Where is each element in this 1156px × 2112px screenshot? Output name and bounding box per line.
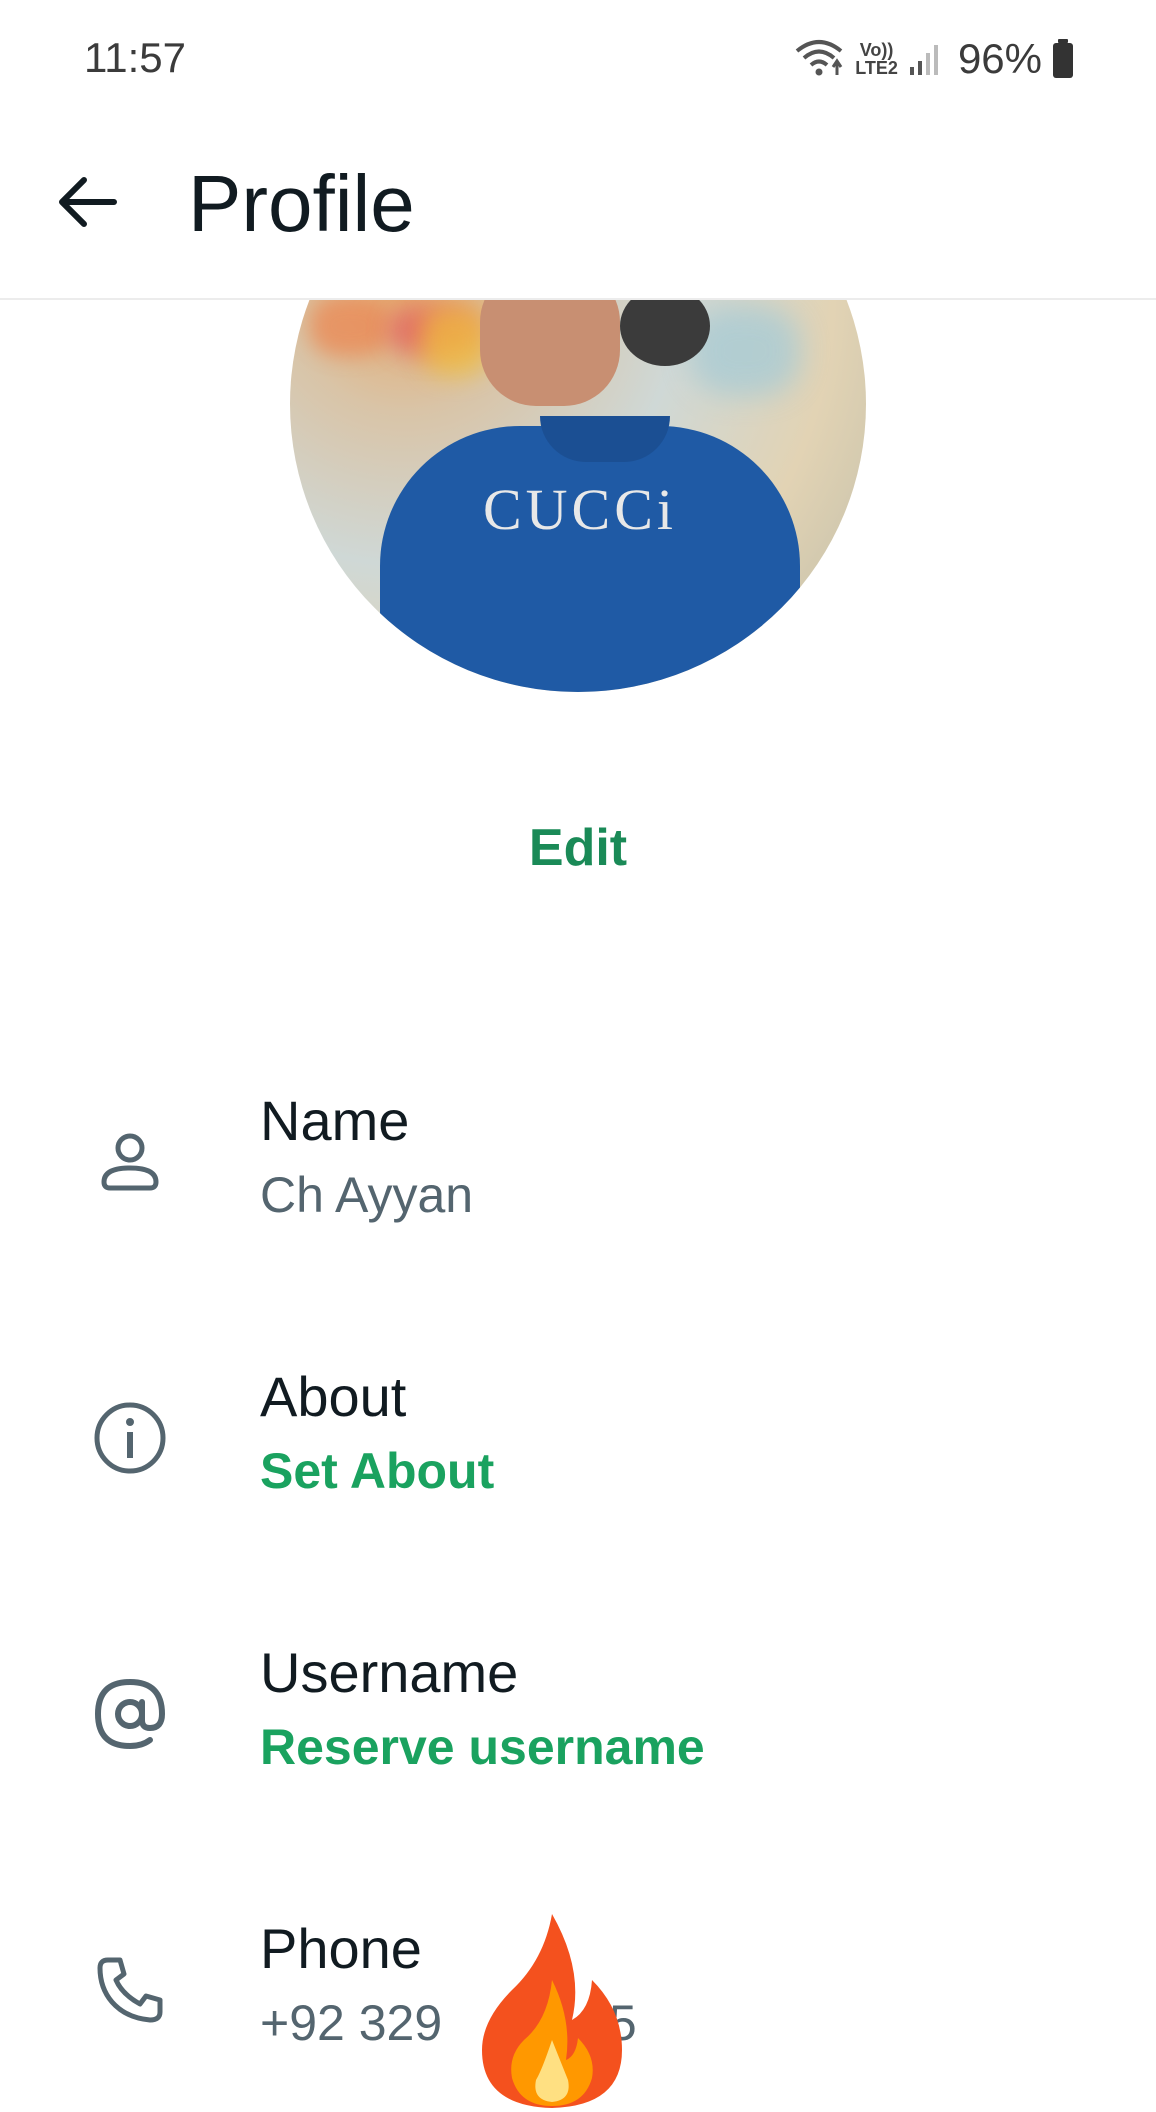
shirt-logo-text: CUCCi	[482, 477, 678, 542]
battery-icon	[1052, 39, 1074, 79]
arrow-back-icon	[54, 170, 118, 239]
page-title: Profile	[188, 159, 415, 248]
about-row[interactable]: About Set About	[0, 1364, 1156, 1524]
person-icon	[90, 1122, 170, 1202]
info-icon	[90, 1398, 170, 1478]
back-button[interactable]	[50, 168, 122, 240]
status-icons: Vo)) LTE2 96%	[793, 34, 1074, 84]
photo-face	[480, 300, 620, 406]
at-icon	[90, 1674, 170, 1754]
status-time: 11:57	[84, 34, 186, 81]
name-label: Name	[260, 1089, 410, 1152]
profile-photo[interactable]: CUCCi	[290, 300, 866, 692]
fire-emoji-icon	[472, 1910, 632, 2110]
set-about-link[interactable]: Set About	[260, 1442, 494, 1500]
avatar-section: CUCCi	[0, 300, 1156, 696]
name-value: Ch Ayyan	[260, 1167, 474, 1223]
signal-icon	[908, 41, 942, 77]
battery-percent: 96%	[957, 35, 1042, 82]
photo-shirt	[380, 426, 800, 692]
reserve-username-link[interactable]: Reserve username	[260, 1718, 705, 1776]
about-label: About	[260, 1365, 407, 1428]
phone-icon	[90, 1950, 170, 2030]
status-bar: 11:57 Vo)) LTE2 96%	[0, 0, 1156, 118]
edit-photo-button[interactable]: Edit	[0, 818, 1156, 878]
photo-background	[310, 300, 390, 356]
volte-indicator: Vo)) LTE2	[855, 40, 898, 78]
phone-label: Phone	[260, 1917, 422, 1980]
name-row[interactable]: Name Ch Ayyan	[0, 1088, 1156, 1248]
username-label: Username	[260, 1641, 519, 1704]
wifi-icon	[793, 39, 845, 79]
username-row[interactable]: Username Reserve username	[0, 1640, 1156, 1800]
profile-screen: 11:57 Vo)) LTE2 96% Profile CUCCi Edit N…	[0, 0, 1156, 2112]
app-bar: Profile	[0, 118, 1156, 300]
